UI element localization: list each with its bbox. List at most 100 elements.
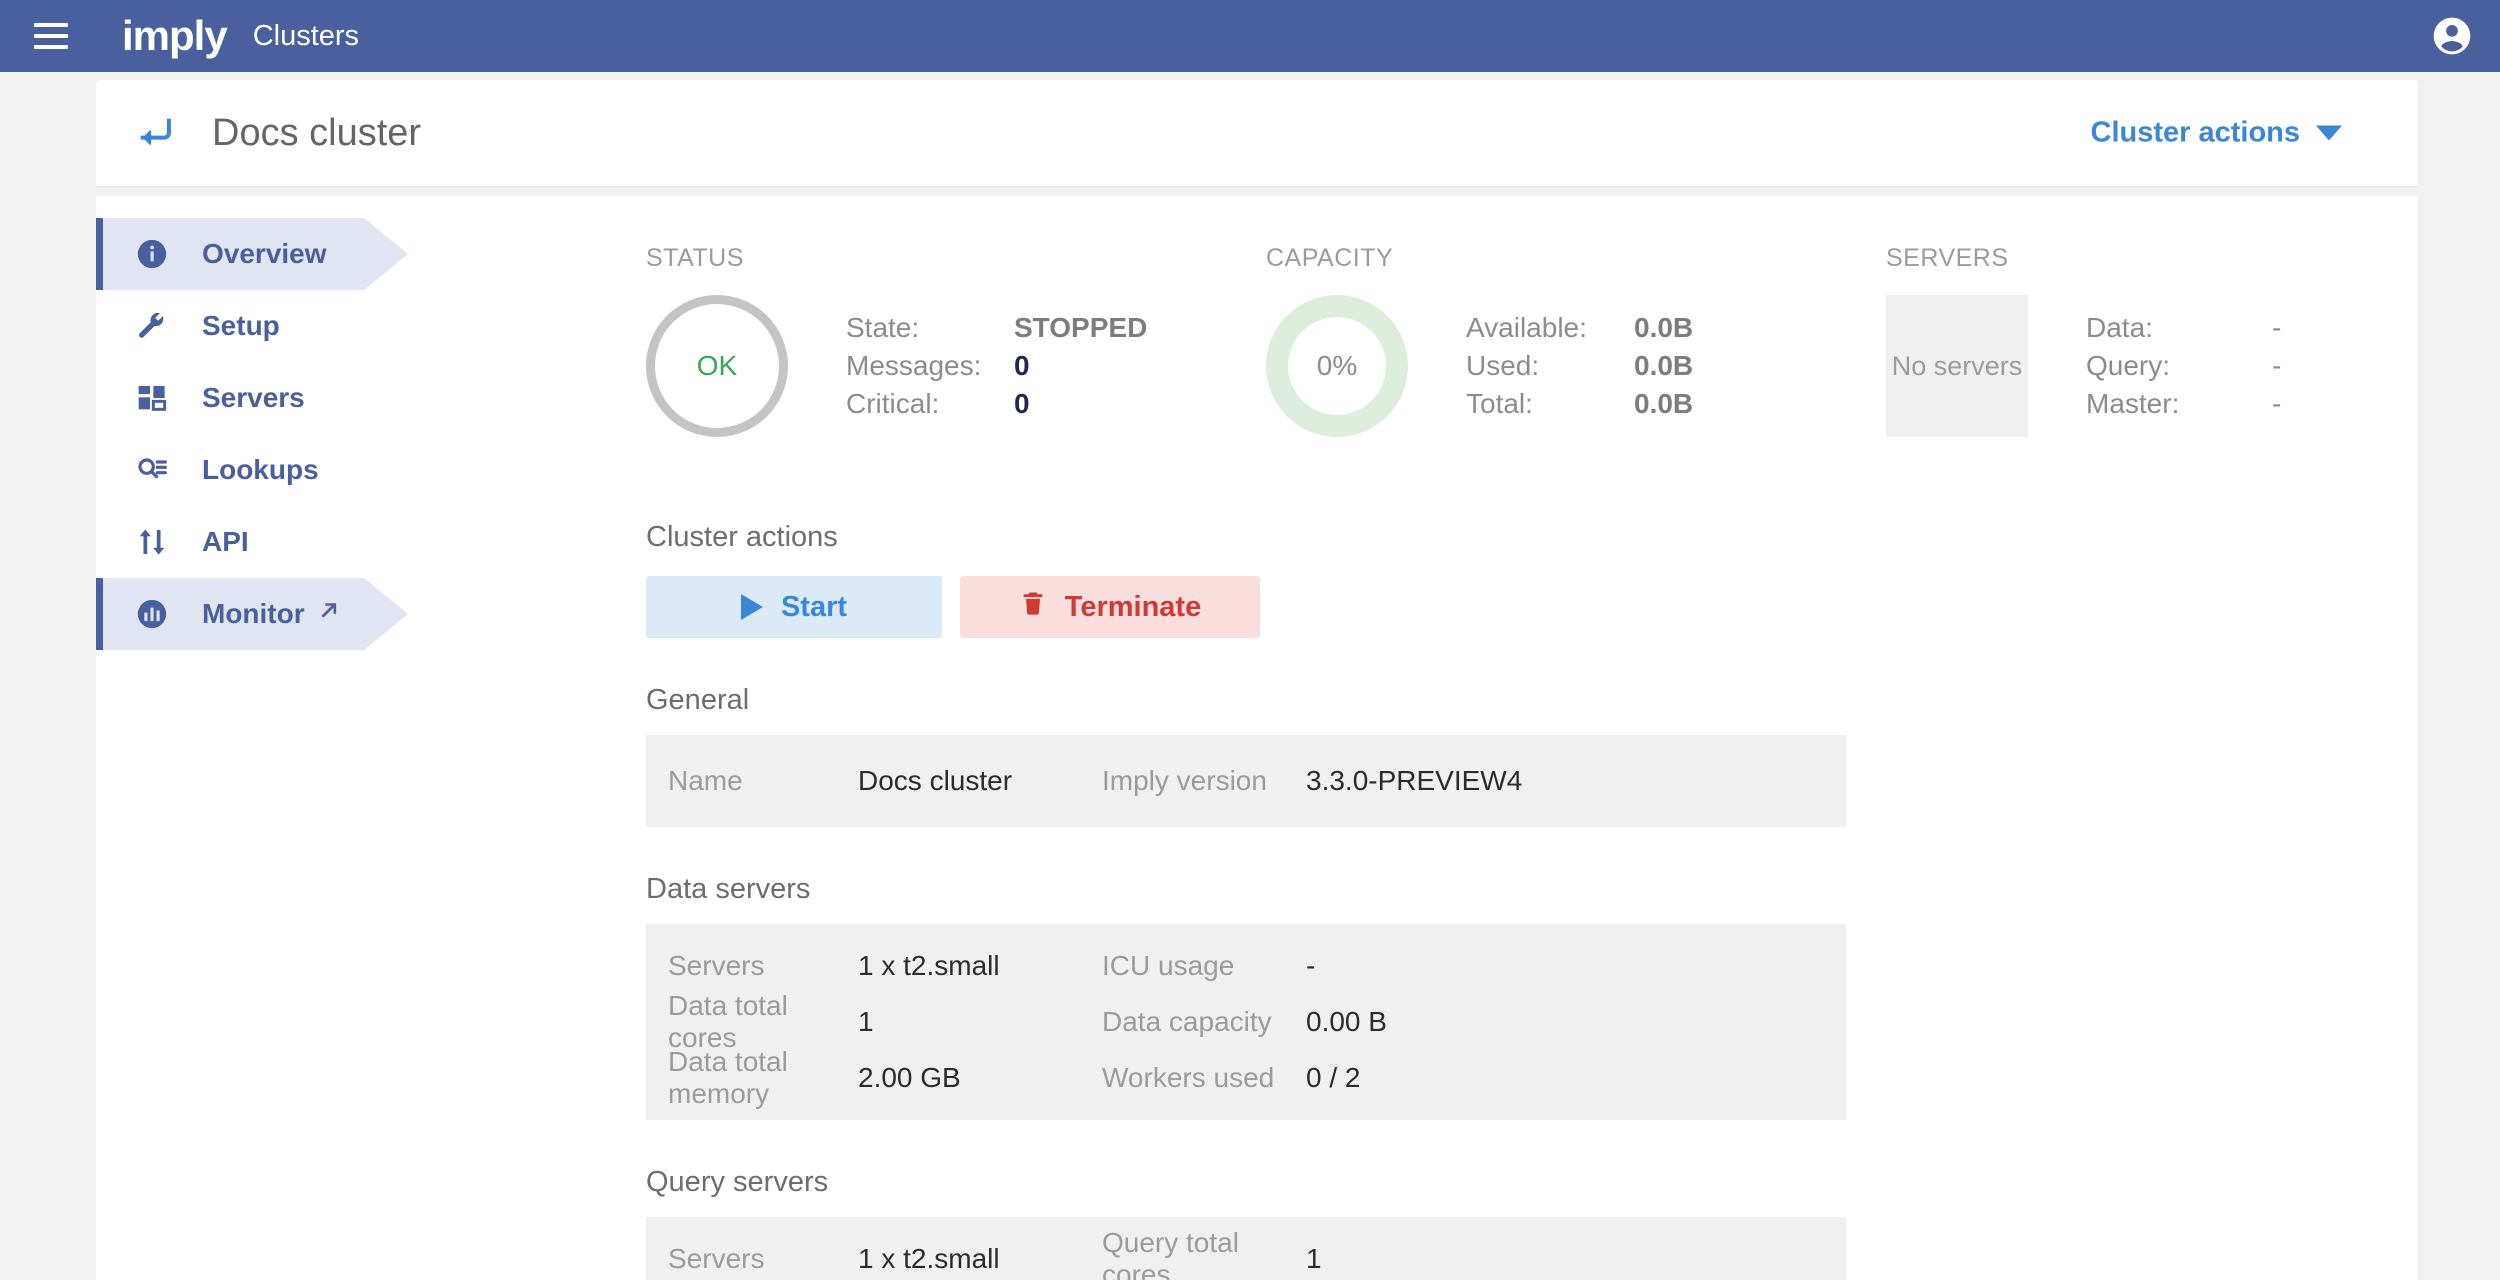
kv-row: Data: -: [2086, 309, 2281, 347]
data-servers-section-label: Data servers: [646, 873, 811, 905]
kv-row: Messages: 0: [846, 347, 1147, 385]
back-arrow-icon[interactable]: [136, 116, 174, 150]
start-button[interactable]: Start: [646, 576, 942, 638]
servers-block-title: SERVERS: [1886, 244, 2009, 272]
capacity-kv-list: Available: 0.0B Used: 0.0B Total: 0.0B: [1466, 309, 1693, 423]
kv-value: 0: [1014, 350, 1030, 381]
cluster-actions-dropdown[interactable]: Cluster actions: [2090, 116, 2342, 150]
cell-key: Workers used: [1102, 1062, 1275, 1093]
table-row: Name Docs cluster Imply version 3.3.0-PR…: [646, 749, 1846, 813]
kv-value: -: [2272, 388, 2282, 419]
kv-row: Query: -: [2086, 347, 2281, 385]
terminate-button-label: Terminate: [1064, 590, 1202, 623]
no-servers-box: No servers: [1886, 295, 2028, 437]
kv-value: 0.0B: [1634, 312, 1694, 343]
general-section-label: General: [646, 684, 750, 716]
appbar-section-title[interactable]: Clusters: [253, 20, 359, 53]
no-servers-label: No servers: [1891, 350, 2023, 381]
cell-key: Name: [668, 765, 743, 796]
status-donut-label: OK: [696, 350, 738, 381]
cell-value: -: [1306, 950, 1316, 981]
sidebar-item-overview[interactable]: Overview: [96, 218, 496, 290]
capacity-block: CAPACITY 0% Available: 0.0B Used: 0.0B T…: [1266, 244, 1886, 437]
summary-stats-row: STATUS OK State: STOPPED Messages: 0 Cri…: [646, 244, 2418, 437]
cell-value: 0.00 B: [1306, 1006, 1387, 1037]
kv-value: 0.0B: [1634, 388, 1694, 419]
play-icon: [740, 594, 763, 620]
kv-row: State: STOPPED: [846, 309, 1147, 347]
start-button-label: Start: [780, 590, 848, 623]
kv-row: Critical: 0: [846, 385, 1147, 423]
up-down-arrows-icon: [132, 526, 172, 558]
sidebar-item-lookups[interactable]: Lookups: [96, 434, 496, 506]
sidebar-item-label: Setup: [202, 310, 280, 341]
cluster-action-buttons: Start Terminate: [646, 576, 2418, 638]
sidebar-item-label: Servers: [202, 382, 305, 413]
brand-logo[interactable]: imply: [122, 15, 228, 57]
cell-value: 1 x t2.small: [858, 1243, 1000, 1274]
sidebar-nav: Overview Setup Servers Lookups API Monit…: [96, 196, 496, 1280]
kv-key: Data:: [2086, 312, 2153, 343]
status-kv-list: State: STOPPED Messages: 0 Critical: 0: [846, 309, 1147, 423]
cell-value: 1: [1306, 1243, 1322, 1274]
cell-key: ICU usage: [1102, 950, 1235, 981]
trash-icon: [1019, 589, 1047, 625]
kv-key: Messages:: [846, 350, 982, 381]
sidebar-item-api[interactable]: API: [96, 506, 496, 578]
sidebar-item-monitor[interactable]: Monitor: [96, 578, 496, 650]
sidebar-item-label: API: [202, 526, 249, 557]
query-servers-table: Servers 1 x t2.small Query total cores 1…: [646, 1217, 1846, 1280]
grid-squares-icon: [132, 382, 172, 414]
table-row: Servers 1 x t2.small Query total cores 1: [646, 1227, 1846, 1280]
hamburger-icon[interactable]: [34, 23, 68, 49]
kv-key: Query:: [2086, 350, 2171, 381]
status-block: STATUS OK State: STOPPED Messages: 0 Cri…: [646, 244, 1266, 437]
cluster-actions-dropdown-label: Cluster actions: [2090, 116, 2301, 149]
search-list-icon: [132, 454, 172, 486]
cell-key: Data total cores: [668, 990, 788, 1053]
table-row: Data total cores 1 Data capacity 0.00 B: [646, 990, 1846, 1053]
cluster-actions-section-label: Cluster actions: [646, 521, 838, 553]
active-indicator: [96, 218, 103, 290]
external-link-icon: [317, 598, 341, 630]
cell-value: 0 / 2: [1306, 1062, 1361, 1093]
account-circle-icon[interactable]: [2430, 14, 2474, 58]
kv-key: State:: [846, 312, 920, 343]
terminate-button[interactable]: Terminate: [960, 576, 1260, 638]
sidebar-item-setup[interactable]: Setup: [96, 290, 496, 362]
query-servers-section-label: Query servers: [646, 1166, 829, 1198]
cell-key: Data capacity: [1102, 1006, 1272, 1037]
cell-key: Data total memory: [668, 1046, 788, 1109]
cell-key: Servers: [668, 1243, 765, 1274]
active-indicator: [96, 578, 103, 650]
data-servers-table: Servers 1 x t2.small ICU usage - Data to…: [646, 924, 1846, 1120]
cell-value: 1 x t2.small: [858, 950, 1000, 981]
general-table: Name Docs cluster Imply version 3.3.0-PR…: [646, 735, 1846, 827]
info-circle-icon: [132, 237, 172, 271]
kv-value: STOPPED: [1014, 312, 1148, 343]
table-row: Data total memory 2.00 GB Workers used 0…: [646, 1046, 1846, 1109]
kv-key: Master:: [2086, 388, 2180, 419]
kv-value: -: [2272, 312, 2282, 343]
kv-key: Used:: [1466, 350, 1540, 381]
capacity-block-title: CAPACITY: [1266, 244, 1394, 272]
wrench-icon: [132, 310, 172, 342]
sidebar-item-label: Lookups: [202, 454, 319, 485]
kv-row: Master: -: [2086, 385, 2281, 423]
kv-key: Total:: [1466, 388, 1533, 419]
kv-row: Used: 0.0B: [1466, 347, 1693, 385]
capacity-donut: 0%: [1266, 295, 1408, 437]
page-title: Docs cluster: [212, 111, 422, 154]
cell-key: Imply version: [1102, 765, 1267, 796]
cell-value: 2.00 GB: [858, 1062, 961, 1093]
kv-value: 0.0B: [1634, 350, 1694, 381]
sidebar-item-label: Monitor: [202, 598, 305, 629]
status-donut: OK: [646, 295, 788, 437]
status-block-title: STATUS: [646, 244, 744, 272]
servers-block: SERVERS No servers Data: - Query: - Mast…: [1886, 244, 2418, 437]
sidebar-item-servers[interactable]: Servers: [96, 362, 496, 434]
cell-value: 3.3.0-PREVIEW4: [1306, 765, 1523, 796]
cell-key: Servers: [668, 950, 765, 981]
sidebar-item-label: Overview: [202, 238, 327, 269]
kv-row: Total: 0.0B: [1466, 385, 1693, 423]
